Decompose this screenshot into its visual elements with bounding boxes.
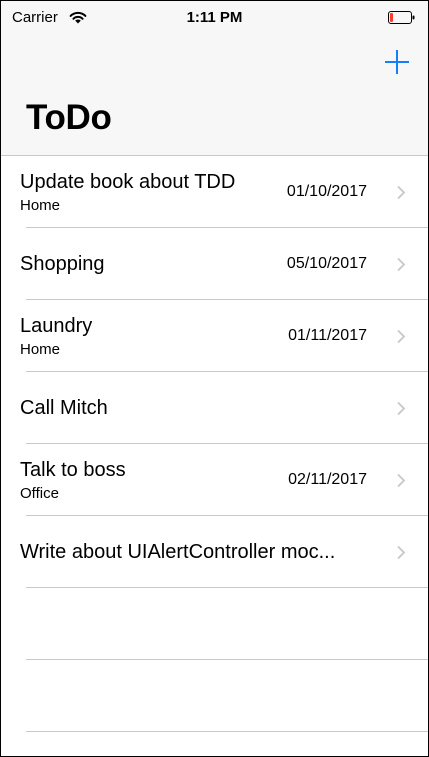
todo-title: Laundry [20, 315, 93, 337]
plus-icon [385, 50, 409, 74]
todo-row-talk-to-boss[interactable]: Talk to boss Office 02/11/2017 [1, 444, 428, 516]
todo-title: Write about UIAlertController moc... [20, 541, 336, 563]
chevron-right-icon [397, 401, 406, 416]
todo-row-update-book[interactable]: Update book about TDD Home 01/10/2017 [1, 156, 428, 228]
todo-row-shopping[interactable]: Shopping 05/10/2017 [1, 228, 428, 300]
todo-location: Office [20, 485, 59, 502]
todo-location: Home [20, 197, 61, 214]
todo-row-write-about-uialert[interactable]: Write about UIAlertController moc... [1, 516, 428, 588]
todo-date: 01/11/2017 [288, 327, 367, 344]
todo-date: 01/10/2017 [286, 183, 367, 200]
todo-date: 05/10/2017 [286, 255, 367, 272]
battery-icon [388, 11, 415, 24]
todo-title: Shopping [20, 253, 105, 275]
status-time: 1:11 PM [186, 9, 243, 26]
todo-list: Update book about TDD Home 01/10/2017 Sh… [1, 156, 428, 732]
todo-row-call-mitch[interactable]: Call Mitch [1, 372, 428, 444]
status-bar: Carrier 1:11 PM [1, 1, 428, 35]
navigation-bar: Carrier 1:11 PM ToDo [1, 1, 428, 156]
todo-title: Update book about TDD [20, 171, 236, 193]
todo-title: Call Mitch [20, 397, 108, 419]
empty-row [1, 660, 428, 732]
todo-row-laundry[interactable]: Laundry Home 01/11/2017 [1, 300, 428, 372]
chevron-right-icon [397, 473, 406, 488]
chevron-right-icon [397, 185, 406, 200]
chevron-right-icon [397, 545, 406, 560]
add-button[interactable] [384, 49, 410, 75]
todo-location: Home [20, 341, 61, 358]
todo-title: Talk to boss [20, 459, 126, 481]
chevron-right-icon [397, 257, 406, 272]
empty-row [1, 588, 428, 660]
page-title: ToDo [26, 98, 112, 137]
todo-date: 02/11/2017 [288, 471, 367, 488]
iphone-screen: Carrier 1:11 PM ToDo Update book about T… [0, 0, 429, 757]
chevron-right-icon [397, 329, 406, 344]
